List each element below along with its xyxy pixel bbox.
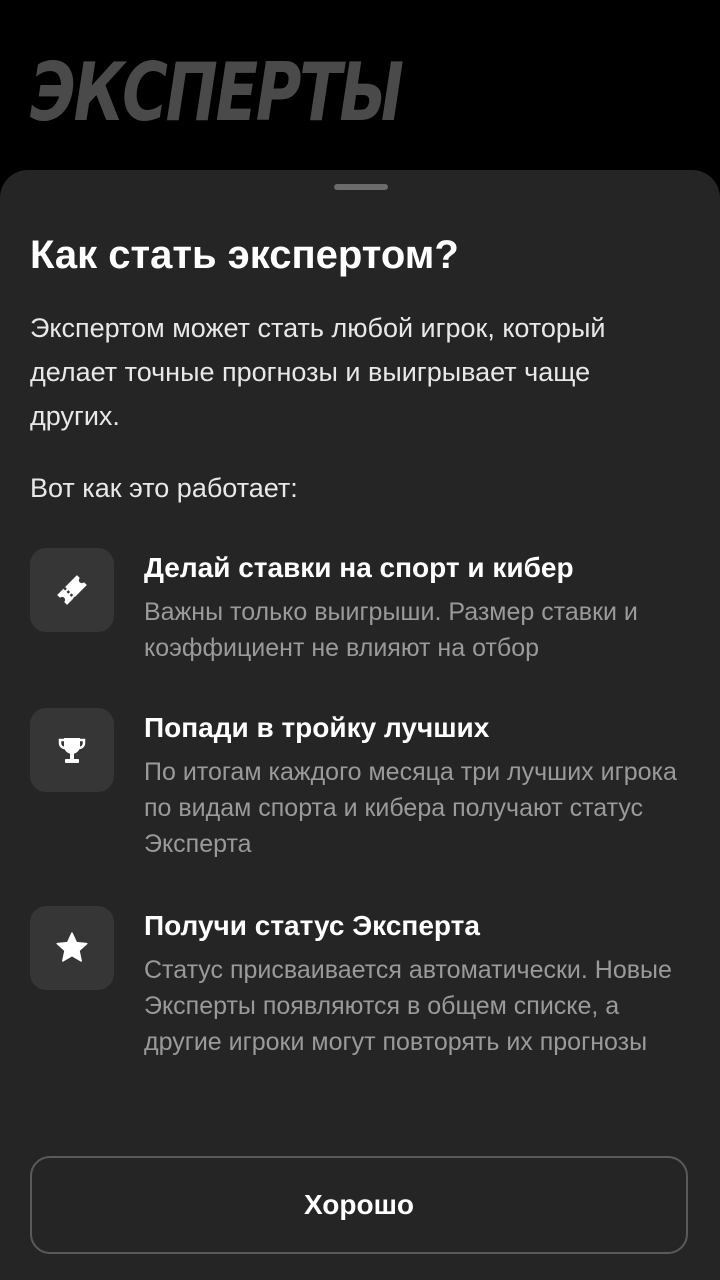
star-icon bbox=[30, 906, 114, 990]
sheet-title: Как стать экспертом? bbox=[30, 233, 459, 277]
step-description: По итогам каждого месяца три лучших игро… bbox=[144, 758, 677, 858]
step-description: Статус присваивается автоматически. Новы… bbox=[144, 956, 672, 1056]
step-title: Попади в тройку лучших bbox=[144, 712, 490, 743]
step-title: Получи статус Эксперта bbox=[144, 910, 480, 941]
step-description: Важны только выигрыши. Размер ставки и к… bbox=[144, 598, 638, 662]
step-top-three: Попади в тройку лучших По итогам каждого… bbox=[30, 708, 690, 878]
ticket-icon bbox=[30, 548, 114, 632]
background-page-title: ЭКСПЕРТЫ bbox=[30, 46, 404, 139]
step-title: Делай ставки на спорт и кибер bbox=[144, 552, 574, 583]
intro-text: Экспертом может стать любой игрок, котор… bbox=[30, 313, 606, 431]
bottom-sheet: Как стать экспертом? Экспертом может ста… bbox=[0, 170, 720, 1280]
sheet-drag-handle[interactable] bbox=[334, 184, 388, 190]
how-it-works-label: Вот как это работает: bbox=[30, 473, 298, 503]
step-get-status: Получи статус Эксперта Статус присваивае… bbox=[30, 906, 690, 1116]
screen: ЭКСПЕРТЫ Как стать экспертом? Экспертом … bbox=[0, 0, 720, 1280]
trophy-icon bbox=[30, 708, 114, 792]
step-bet: Делай ставки на спорт и кибер Важны толь… bbox=[30, 548, 690, 678]
ok-button[interactable]: Хорошо bbox=[30, 1156, 688, 1254]
